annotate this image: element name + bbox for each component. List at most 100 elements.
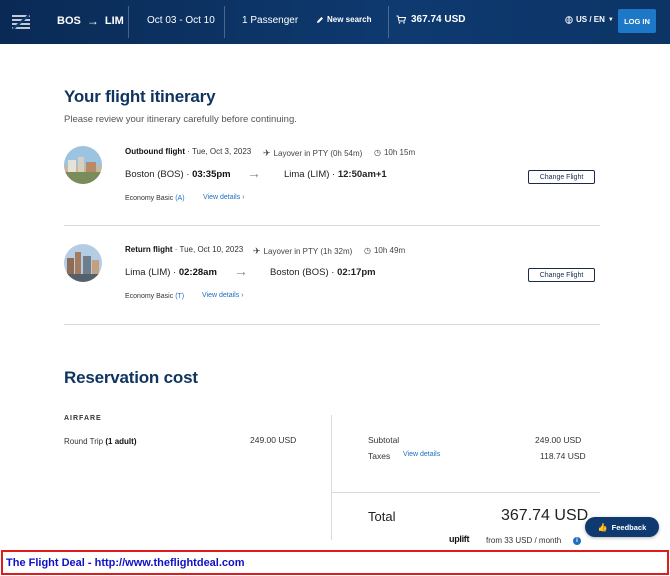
departure-city: Boston (BOS) [125, 169, 184, 180]
section-divider [64, 225, 600, 226]
departure-info: Lima (LIM) · 02:28am [125, 267, 217, 278]
fare-class-name: Economy Basic [125, 195, 174, 202]
airfare-amount: 249.00 USD [250, 435, 297, 445]
arrival-info: Lima (LIM) · 12:50am+1 [284, 169, 387, 180]
change-flight-button[interactable]: Change Flight [528, 268, 595, 282]
route-summary: BOS → LIM [57, 14, 124, 28]
cart-summary[interactable]: 367.74 USD [396, 14, 465, 25]
page: BOS → LIM Oct 03 - Oct 10 1 Passenger Ne… [0, 0, 670, 576]
feedback-button[interactable]: 👍 Feedback [585, 517, 659, 537]
clock-icon: ◷ [364, 246, 371, 255]
clock-icon: ◷ [374, 148, 381, 157]
arrow-right-icon: → [86, 14, 99, 28]
total-label: Total [368, 509, 396, 524]
flight-date: Tue, Oct 3, 2023 [191, 147, 252, 156]
cost-divider [331, 415, 332, 540]
duration-text: 10h 15m [383, 148, 416, 157]
airline-logo[interactable] [10, 12, 32, 32]
departure-info: Boston (BOS) · 03:35pm [125, 169, 231, 180]
subtotal-amount: 249.00 USD [535, 435, 582, 445]
new-search-button[interactable]: New search [316, 15, 371, 24]
taxes-amount: 118.74 USD [540, 451, 586, 461]
destination-photo [64, 244, 102, 282]
duration-info: ◷ 10h 15m [374, 148, 415, 157]
trip-type: Round Trip (1 adult) [64, 437, 136, 446]
source-banner: The Flight Deal - http://www.theflightde… [1, 550, 669, 575]
fare-code: (A) [175, 195, 185, 202]
fare-class: Economy Basic (A) [125, 195, 185, 202]
arrival-city: Lima (LIM) [284, 169, 330, 180]
arrow-right-icon: → [247, 165, 261, 181]
view-details-link[interactable]: View details › [202, 292, 244, 299]
return-flight-card: Return flight · Tue, Oct 10, 2023 ✈ Layo… [64, 244, 600, 304]
top-bar: BOS → LIM Oct 03 - Oct 10 1 Passenger Ne… [0, 0, 670, 44]
destination-photo [64, 146, 102, 184]
pencil-icon [317, 16, 323, 23]
view-details-label: View details [202, 292, 240, 299]
cart-total: 367.74 USD [411, 14, 466, 25]
trip-type-label: Round Trip [64, 437, 104, 446]
section-divider [64, 324, 600, 325]
flight-date: Tue, Oct 10, 2023 [179, 245, 244, 254]
total-divider [331, 492, 600, 493]
chevron-right-icon: › [242, 194, 245, 201]
arrival-info: Boston (BOS) · 02:17pm [270, 267, 376, 278]
duration-info: ◷ 10h 49m [364, 246, 405, 255]
header-separator [128, 6, 129, 38]
flight-heading: Return flight · Tue, Oct 10, 2023 [125, 245, 244, 254]
reservation-cost-title: Reservation cost [64, 368, 198, 387]
arrival-city: Boston (BOS) [270, 267, 329, 278]
chevron-down-icon: ▼ [607, 16, 614, 23]
plane-icon: ✈ [263, 148, 271, 158]
header-separator [388, 6, 389, 38]
origin-code: BOS [57, 15, 81, 27]
login-button[interactable]: LOG IN [618, 9, 656, 33]
globe-icon [565, 15, 573, 24]
cart-icon [396, 15, 406, 24]
arrow-right-icon: → [234, 263, 248, 279]
total-amount: 367.74 USD [501, 507, 589, 524]
view-details-link[interactable]: View details › [203, 194, 245, 201]
taxes-view-details-link[interactable]: View details [403, 451, 440, 458]
language-selector[interactable]: US / EN ▼ [565, 15, 614, 24]
itinerary-subtitle: Please review your itinerary carefully b… [64, 114, 297, 125]
subtotal-label: Subtotal [368, 435, 400, 445]
source-banner-text: The Flight Deal - http://www.theflightde… [6, 557, 245, 569]
layover-info: ✈ Layover in PTY (0h 54m) [263, 148, 362, 159]
flight-direction: Return flight [125, 245, 173, 254]
uplift-monthly-text: from 33 USD / month [486, 536, 562, 545]
header-separator [224, 6, 225, 38]
travel-dates: Oct 03 - Oct 10 [147, 15, 215, 26]
flight-heading: Outbound flight · Tue, Oct 3, 2023 [125, 147, 252, 156]
chevron-right-icon: › [241, 292, 244, 299]
departure-city: Lima (LIM) [125, 267, 171, 278]
uplift-logo: uplift [449, 534, 470, 544]
airfare-label: AIRFARE [64, 415, 102, 422]
view-details-label: View details [203, 194, 241, 201]
info-icon[interactable]: i [573, 537, 581, 545]
taxes-label: Taxes [368, 451, 391, 461]
traveler-count: (1 adult) [105, 437, 137, 446]
fare-code: (T) [175, 293, 185, 300]
change-flight-button[interactable]: Change Flight [528, 170, 595, 184]
outbound-flight-card: Outbound flight · Tue, Oct 3, 2023 ✈ Lay… [64, 146, 600, 206]
arrival-time: 12:50am+1 [337, 169, 387, 180]
new-search-label: New search [327, 15, 372, 24]
layover-text: Layover in PTY (1h 32m) [263, 247, 353, 256]
language-label: US / EN [576, 15, 605, 24]
layover-text: Layover in PTY (0h 54m) [273, 149, 363, 158]
departure-time: 02:28am [178, 267, 217, 278]
thumbs-up-icon: 👍 [597, 522, 608, 532]
itinerary-title: Your flight itinerary [64, 87, 216, 106]
flight-direction: Outbound flight [125, 147, 185, 156]
feedback-label: Feedback [611, 522, 647, 532]
departure-time: 03:35pm [192, 169, 231, 180]
fare-class: Economy Basic (T) [125, 293, 184, 300]
plane-icon: ✈ [253, 246, 261, 256]
arrival-time: 02:17pm [337, 267, 376, 278]
fare-class-name: Economy Basic [125, 293, 174, 300]
destination-code: LIM [104, 15, 124, 27]
passenger-count: 1 Passenger [242, 15, 299, 26]
layover-info: ✈ Layover in PTY (1h 32m) [253, 246, 352, 257]
duration-text: 10h 49m [373, 246, 406, 255]
